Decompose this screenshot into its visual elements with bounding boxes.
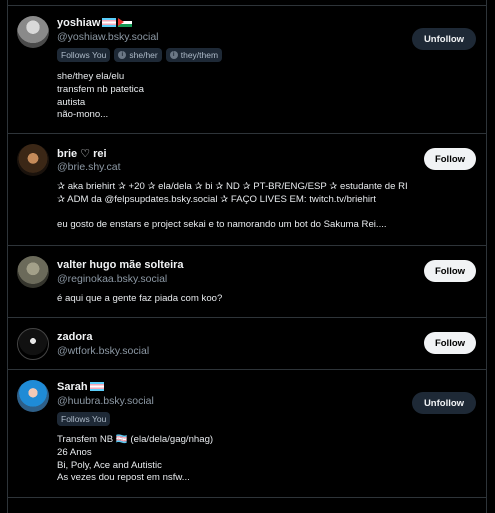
avatar[interactable] <box>17 256 49 288</box>
avatar[interactable] <box>17 380 49 412</box>
bio: Transfem NB 🏳️‍⚧️ (ela/dela/gag/nhag) 26… <box>57 434 214 484</box>
list-item[interactable]: brie ♡ rei @brie.shy.cat ✰ aka briehirt … <box>8 134 486 246</box>
display-name[interactable]: Sarah <box>57 381 104 393</box>
display-name[interactable]: zadora <box>57 331 92 343</box>
handle: @reginokaa.bsky.social <box>57 273 168 285</box>
list-item[interactable]: Sarah @huubra.bsky.social Follows You Tr… <box>8 370 486 498</box>
handle: @huubra.bsky.social <box>57 395 154 407</box>
display-name[interactable]: brie ♡ rei <box>57 147 107 160</box>
list-item[interactable]: valter hugo mãe solteira @reginokaa.bsky… <box>8 246 486 318</box>
badge-row: Follows You i she/her i they/them <box>57 48 223 62</box>
unfollow-button[interactable]: Unfollow <box>412 28 476 50</box>
avatar[interactable] <box>17 328 49 360</box>
avatar[interactable] <box>17 144 49 176</box>
pronoun-badge: i she/her <box>114 48 162 62</box>
bio: she/they ela/elu transfem nb patetica au… <box>57 71 144 121</box>
follows-you-badge: Follows You <box>57 412 111 426</box>
display-name[interactable]: valter hugo mãe solteira <box>57 259 184 271</box>
trans-flag-icon <box>89 382 104 391</box>
bio: é aqui que a gente faz piada com koo? <box>57 293 223 304</box>
list-item[interactable]: yoshiaw @yoshiaw.bsky.social Follows You… <box>8 6 486 134</box>
unfollow-button[interactable]: Unfollow <box>412 392 476 414</box>
follows-list: yoshiaw @yoshiaw.bsky.social Follows You… <box>7 0 487 513</box>
handle: @brie.shy.cat <box>57 161 121 173</box>
badge-row: Follows You <box>57 412 111 426</box>
list-item[interactable]: zadora @wtfork.bsky.social Follow <box>8 318 486 370</box>
handle: @wtfork.bsky.social <box>57 345 150 357</box>
follow-button[interactable]: Follow <box>424 260 476 282</box>
pronoun-badge: i they/them <box>165 48 223 62</box>
follows-you-badge: Follows You <box>57 48 111 62</box>
bio: ✰ aka briehirt ✰ +20 ✰ ela/dela ✰ bi ✰ N… <box>57 181 408 231</box>
info-icon: i <box>169 51 178 59</box>
avatar[interactable] <box>17 16 49 48</box>
follow-button[interactable]: Follow <box>424 148 476 170</box>
info-icon: i <box>118 51 127 59</box>
handle: @yoshiaw.bsky.social <box>57 31 159 43</box>
display-name[interactable]: yoshiaw <box>57 17 133 29</box>
trans-flag-icon <box>102 18 117 27</box>
palestine-flag-icon <box>118 18 133 27</box>
follow-button[interactable]: Follow <box>424 332 476 354</box>
